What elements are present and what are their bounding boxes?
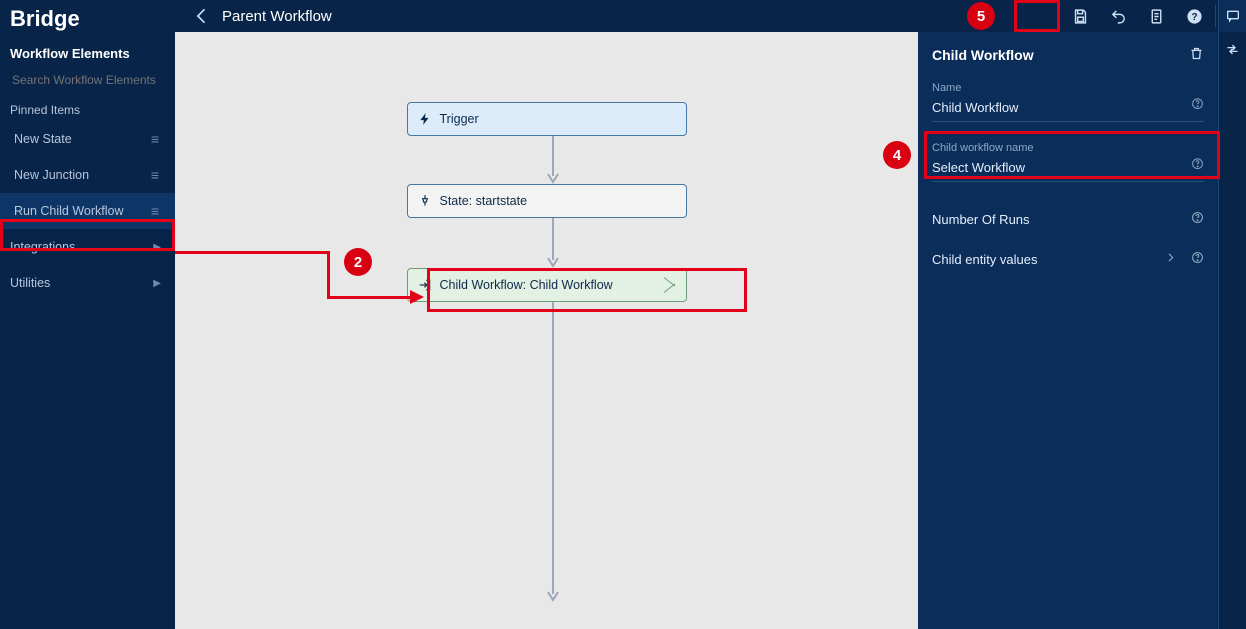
header-icon-bar: ?: [1061, 0, 1246, 32]
pinned-items-header: Pinned Items: [0, 97, 175, 121]
pinned-item-run-child-workflow[interactable]: Run Child Workflow: [0, 193, 175, 229]
drag-handle-icon[interactable]: [147, 131, 161, 147]
annotation-badge: 2: [344, 248, 372, 276]
pinned-item-label: New Junction: [14, 168, 89, 182]
panel-header: Child Workflow: [932, 46, 1204, 64]
sidebar-section-title: Workflow Elements: [0, 40, 175, 69]
back-arrow-icon[interactable]: [192, 6, 212, 26]
field-label: Name: [932, 82, 1204, 94]
help-button[interactable]: ?: [1175, 0, 1213, 32]
chevron-right-icon: ▶: [153, 242, 161, 253]
pinned-item-label: Run Child Workflow: [14, 204, 124, 218]
properties-panel: Child Workflow Name Child Workflow Child…: [918, 32, 1218, 629]
pinned-item-label: New State: [14, 132, 72, 146]
pin-icon: [418, 194, 432, 208]
panel-title: Child Workflow: [932, 47, 1034, 63]
node-chevron-icon: [664, 269, 686, 301]
chevron-right-icon[interactable]: [1164, 251, 1177, 267]
category-label: Utilities: [10, 276, 50, 290]
enter-icon: [418, 278, 432, 292]
app-logo: Bridge: [0, 0, 175, 40]
annotation-number: 4: [893, 147, 901, 164]
left-sidebar: Bridge Workflow Elements Pinned Items Ne…: [0, 0, 175, 629]
field-name[interactable]: Name Child Workflow: [932, 82, 1204, 122]
annotation-badge: 5: [967, 2, 995, 30]
field-value[interactable]: Child Workflow: [932, 100, 1204, 115]
field-label: Child workflow name: [932, 142, 1204, 154]
swap-icon: [1225, 42, 1240, 57]
sidebar-search[interactable]: [0, 69, 175, 97]
node-label: State: startstate: [440, 194, 528, 208]
comments-toggle[interactable]: [1218, 0, 1246, 32]
help-icon[interactable]: [1191, 211, 1204, 227]
field-number-of-runs[interactable]: Number Of Runs: [932, 202, 1204, 236]
workflow-canvas[interactable]: Trigger State: startstate Child Workflow…: [175, 32, 918, 629]
help-icon[interactable]: [1191, 157, 1204, 173]
pinned-item-new-state[interactable]: New State: [0, 121, 175, 157]
category-utilities[interactable]: Utilities ▶: [0, 265, 175, 301]
annotation-number: 2: [354, 254, 362, 271]
svg-text:?: ?: [1191, 12, 1197, 23]
lightning-icon: [418, 112, 432, 126]
field-child-workflow-name[interactable]: Child workflow name Select Workflow: [932, 142, 1204, 182]
panel-collapse-toggle[interactable]: [1218, 32, 1246, 629]
annotation-badge: 4: [883, 141, 911, 169]
flow-container: Trigger State: startstate Child Workflow…: [175, 32, 918, 629]
help-icon[interactable]: [1191, 251, 1204, 267]
node-label: Trigger: [440, 112, 479, 126]
field-label: Number Of Runs: [932, 212, 1030, 227]
flow-connector: [546, 302, 548, 602]
search-input[interactable]: [10, 72, 169, 88]
app-header: Parent Workflow ?: [0, 0, 1246, 32]
delete-button[interactable]: [1189, 46, 1204, 64]
flow-connector: [546, 136, 548, 184]
help-icon[interactable]: [1191, 97, 1204, 113]
node-child-workflow[interactable]: Child Workflow: Child Workflow: [407, 268, 687, 302]
drag-handle-icon[interactable]: [147, 203, 161, 219]
header-title-wrap: Parent Workflow: [192, 6, 332, 26]
notes-button[interactable]: [1137, 0, 1175, 32]
node-label: Child Workflow: Child Workflow: [440, 278, 658, 292]
field-child-entity-values[interactable]: Child entity values: [932, 242, 1204, 276]
flow-connector: [546, 218, 548, 268]
category-integrations[interactable]: Integrations ▶: [0, 229, 175, 265]
drag-handle-icon[interactable]: [147, 167, 161, 183]
node-state[interactable]: State: startstate: [407, 184, 687, 218]
field-value[interactable]: Select Workflow: [932, 160, 1204, 175]
workflow-title: Parent Workflow: [222, 8, 332, 25]
chevron-right-icon: ▶: [153, 278, 161, 289]
annotation-number: 5: [977, 8, 985, 25]
undo-button[interactable]: [1099, 0, 1137, 32]
header-separator: [1215, 5, 1216, 27]
save-button[interactable]: [1061, 0, 1099, 32]
pinned-item-new-junction[interactable]: New Junction: [0, 157, 175, 193]
category-label: Integrations: [10, 240, 75, 254]
node-trigger[interactable]: Trigger: [407, 102, 687, 136]
field-label: Child entity values: [932, 252, 1038, 267]
